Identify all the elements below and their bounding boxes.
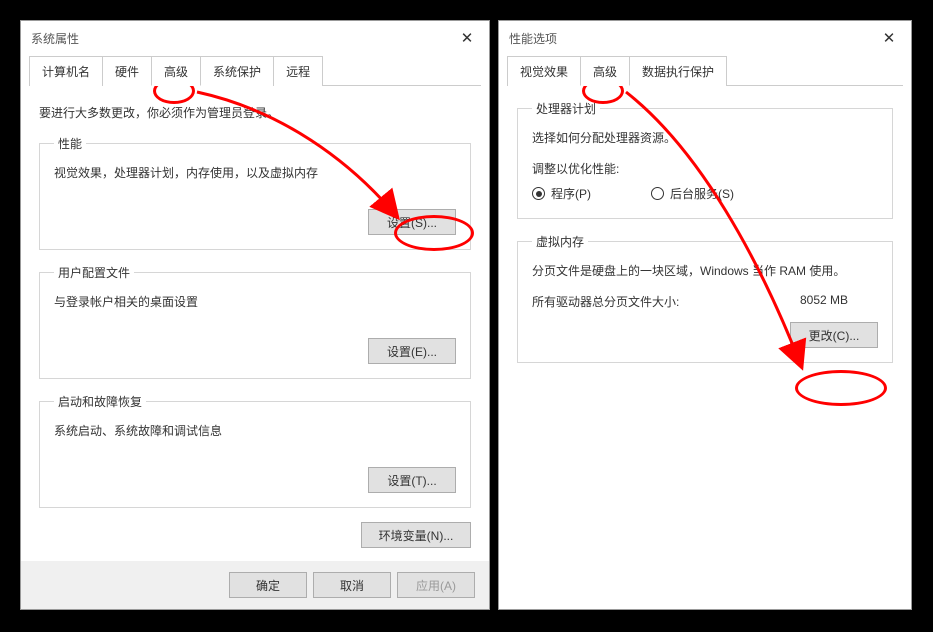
virtual-memory-change-button[interactable]: 更改(C)... [790, 322, 878, 348]
dialog-title: 系统属性 [31, 30, 79, 47]
advanced-pane: 要进行大多数更改，你必须作为管理员登录。 性能 视觉效果，处理器计划，内存使用，… [21, 86, 489, 561]
virtual-memory-group: 虚拟内存 分页文件是硬盘上的一块区域，Windows 当作 RAM 使用。 所有… [517, 233, 893, 363]
cancel-button[interactable]: 取消 [313, 572, 391, 598]
tab-row: 视觉效果 高级 数据执行保护 [507, 55, 903, 86]
tab-advanced[interactable]: 高级 [580, 56, 630, 86]
performance-options-dialog: 性能选项 ✕ 视觉效果 高级 数据执行保护 处理器计划 选择如何分配处理器资源。… [498, 20, 912, 610]
tab-visual-effects[interactable]: 视觉效果 [507, 56, 581, 86]
close-icon[interactable]: ✕ [455, 26, 479, 50]
adjust-label: 调整以优化性能: [532, 160, 878, 177]
advanced-pane: 处理器计划 选择如何分配处理器资源。 调整以优化性能: 程序(P) 后台服务(S… [499, 86, 911, 609]
user-profiles-group: 用户配置文件 与登录帐户相关的桌面设置 设置(E)... [39, 264, 471, 379]
dialog-title: 性能选项 [509, 30, 557, 47]
close-icon[interactable]: ✕ [877, 26, 901, 50]
tab-dep[interactable]: 数据执行保护 [629, 56, 727, 86]
dialog-footer: 确定 取消 应用(A) [21, 561, 489, 609]
admin-hint: 要进行大多数更改，你必须作为管理员登录。 [39, 104, 471, 121]
vm-total-label: 所有驱动器总分页文件大小: [532, 293, 679, 310]
titlebar: 性能选项 ✕ [499, 21, 911, 55]
user-profiles-desc: 与登录帐户相关的桌面设置 [54, 293, 456, 310]
radio-icon [651, 187, 664, 200]
radio-programs[interactable]: 程序(P) [532, 185, 591, 202]
startup-recovery-legend: 启动和故障恢复 [54, 393, 146, 410]
processor-scheduling-group: 处理器计划 选择如何分配处理器资源。 调整以优化性能: 程序(P) 后台服务(S… [517, 100, 893, 219]
tab-computer-name[interactable]: 计算机名 [29, 56, 103, 86]
performance-legend: 性能 [54, 135, 86, 152]
ok-button[interactable]: 确定 [229, 572, 307, 598]
radio-programs-label: 程序(P) [551, 185, 591, 202]
radio-services-label: 后台服务(S) [670, 185, 734, 202]
system-properties-dialog: 系统属性 ✕ 计算机名 硬件 高级 系统保护 远程 要进行大多数更改，你必须作为… [20, 20, 490, 610]
virtual-memory-legend: 虚拟内存 [532, 233, 588, 250]
environment-variables-button[interactable]: 环境变量(N)... [361, 522, 471, 548]
virtual-memory-desc: 分页文件是硬盘上的一块区域，Windows 当作 RAM 使用。 [532, 262, 878, 279]
tab-advanced[interactable]: 高级 [151, 56, 201, 86]
tab-system-protection[interactable]: 系统保护 [200, 56, 274, 86]
startup-recovery-group: 启动和故障恢复 系统启动、系统故障和调试信息 设置(T)... [39, 393, 471, 508]
tab-hardware[interactable]: 硬件 [102, 56, 152, 86]
radio-background-services[interactable]: 后台服务(S) [651, 185, 734, 202]
user-profiles-legend: 用户配置文件 [54, 264, 134, 281]
tab-remote[interactable]: 远程 [273, 56, 323, 86]
startup-recovery-desc: 系统启动、系统故障和调试信息 [54, 422, 456, 439]
radio-icon [532, 187, 545, 200]
user-profiles-settings-button[interactable]: 设置(E)... [368, 338, 456, 364]
performance-settings-button[interactable]: 设置(S)... [368, 209, 456, 235]
performance-desc: 视觉效果，处理器计划，内存使用，以及虚拟内存 [54, 164, 456, 181]
titlebar: 系统属性 ✕ [21, 21, 489, 55]
performance-group: 性能 视觉效果，处理器计划，内存使用，以及虚拟内存 设置(S)... [39, 135, 471, 250]
apply-button[interactable]: 应用(A) [397, 572, 475, 598]
tab-row: 计算机名 硬件 高级 系统保护 远程 [29, 55, 481, 86]
startup-recovery-settings-button[interactable]: 设置(T)... [368, 467, 456, 493]
processor-scheduling-legend: 处理器计划 [532, 100, 600, 117]
processor-scheduling-desc: 选择如何分配处理器资源。 [532, 129, 878, 146]
vm-total-value: 8052 MB [800, 293, 848, 310]
